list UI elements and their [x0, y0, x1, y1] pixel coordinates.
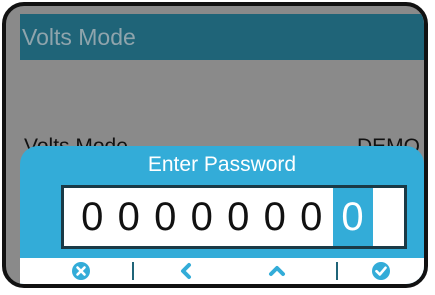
password-field[interactable]: 0 0 0 0 0 0 0 0: [61, 185, 407, 249]
back-button[interactable]: [175, 260, 197, 282]
up-button[interactable]: [266, 260, 288, 282]
password-digit-1[interactable]: 0: [74, 188, 111, 246]
check-circle-icon: [372, 262, 390, 280]
password-digit-7[interactable]: 0: [293, 188, 330, 246]
confirm-button[interactable]: [370, 260, 392, 282]
x-circle-icon: [72, 262, 90, 280]
chevron-left-icon: [181, 263, 191, 279]
chevron-up-icon: [269, 266, 285, 276]
password-digit-5[interactable]: 0: [220, 188, 257, 246]
password-digit-6[interactable]: 0: [257, 188, 294, 246]
cancel-button[interactable]: [70, 260, 92, 282]
password-digits: 0 0 0 0 0 0 0 0: [74, 188, 373, 246]
device-frame: Volts Mode Volts Mode DEMO Enter Passwor…: [2, 2, 428, 288]
password-dialog: Enter Password 0 0 0 0 0 0 0 0: [20, 146, 424, 284]
button-separator: [336, 262, 338, 280]
password-digit-3[interactable]: 0: [147, 188, 184, 246]
password-digit-4[interactable]: 0: [184, 188, 221, 246]
dialog-title: Enter Password: [147, 153, 297, 176]
button-separator: [132, 262, 134, 280]
title-bar: Volts Mode: [20, 14, 424, 60]
screen-title: Volts Mode: [22, 24, 136, 50]
button-bar: [20, 258, 424, 284]
password-digit-2[interactable]: 0: [111, 188, 148, 246]
screen: Volts Mode Volts Mode DEMO Enter Passwor…: [20, 14, 424, 284]
password-digit-8-active[interactable]: 0: [332, 188, 373, 246]
